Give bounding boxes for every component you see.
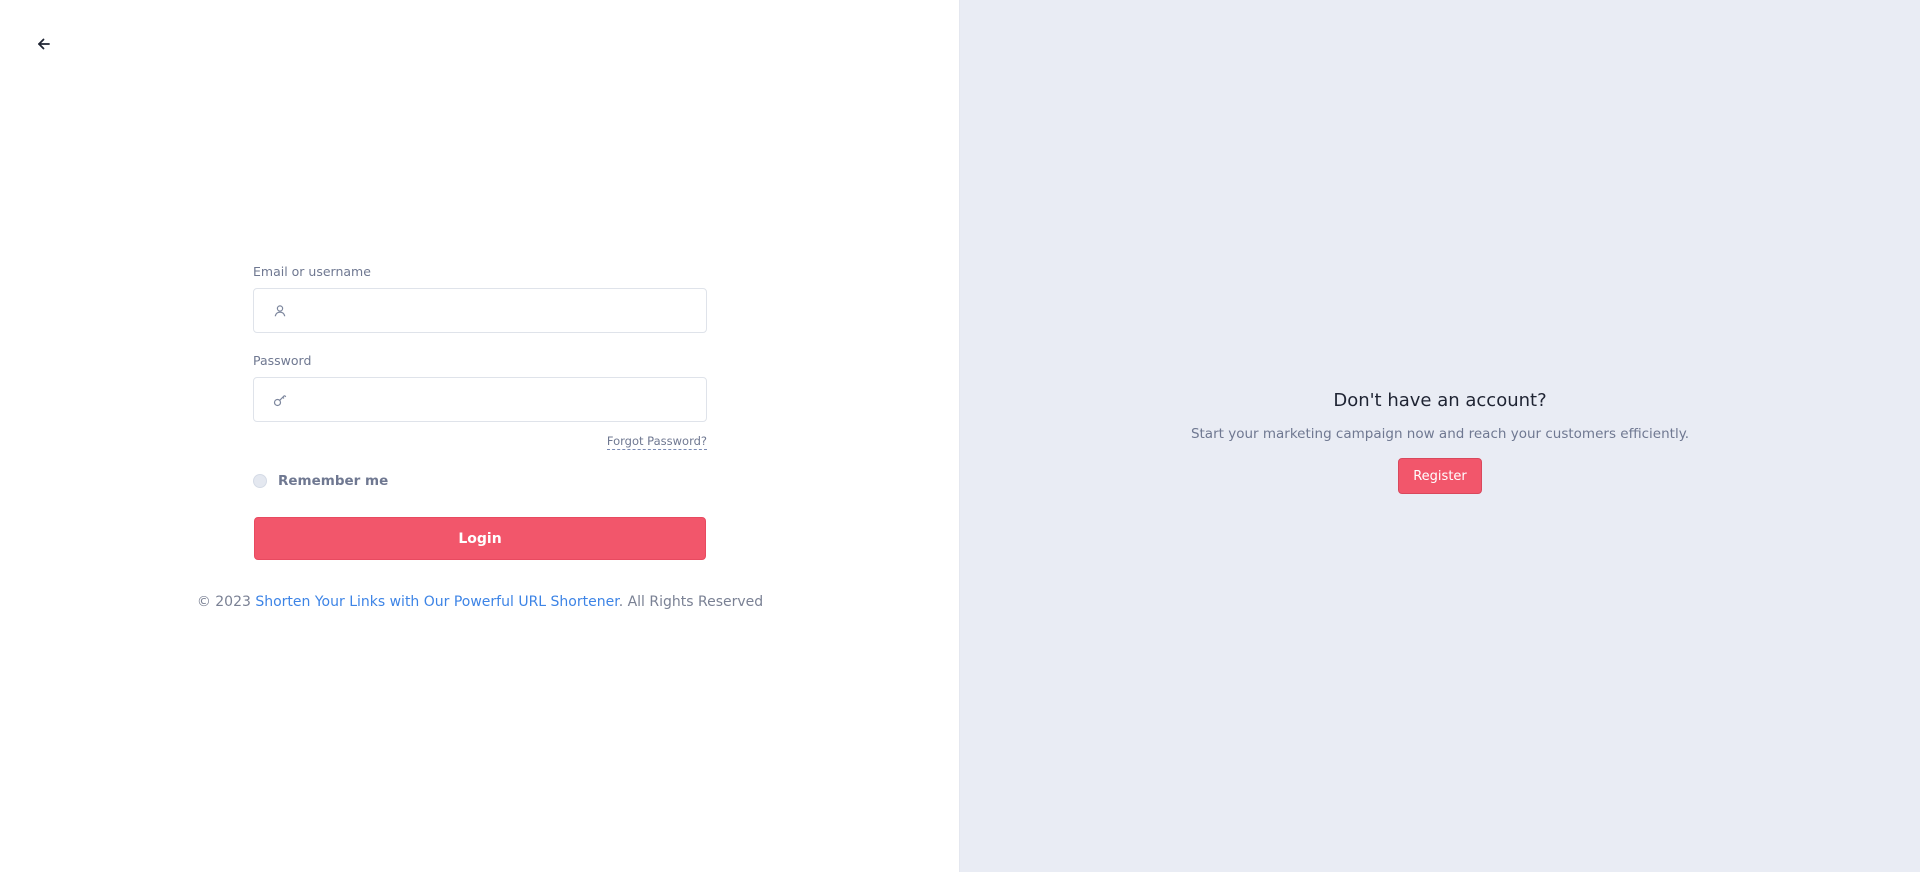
register-title: Don't have an account? bbox=[1333, 390, 1547, 411]
login-form: Email or username Password Forgot Passwo… bbox=[253, 264, 707, 560]
remember-me-row: Remember me bbox=[253, 471, 707, 491]
password-field-wrapper bbox=[253, 377, 707, 422]
site-link[interactable]: Shorten Your Links with Our Powerful URL… bbox=[255, 594, 618, 610]
register-cta: Don't have an account? Start your market… bbox=[960, 388, 1920, 494]
copyright-footer: © 2023 Shorten Your Links with Our Power… bbox=[0, 592, 960, 612]
register-subtitle: Start your marketing campaign now and re… bbox=[1190, 426, 1690, 442]
password-input[interactable] bbox=[298, 378, 696, 421]
register-button[interactable]: Register bbox=[1398, 458, 1482, 494]
email-input[interactable] bbox=[298, 289, 696, 332]
back-button[interactable] bbox=[34, 34, 54, 54]
email-label: Email or username bbox=[253, 264, 371, 279]
user-icon bbox=[272, 303, 288, 319]
login-page: Email or username Password Forgot Passwo… bbox=[0, 0, 1920, 872]
forgot-password-link[interactable]: Forgot Password? bbox=[606, 434, 707, 450]
login-button[interactable]: Login bbox=[254, 517, 706, 560]
password-label: Password bbox=[253, 353, 312, 368]
copyright-suffix: . All Rights Reserved bbox=[618, 594, 764, 610]
email-field-wrapper bbox=[253, 288, 707, 333]
forgot-password-row: Forgot Password? bbox=[253, 434, 707, 450]
copyright-prefix: © 2023 bbox=[196, 594, 256, 610]
key-icon bbox=[272, 392, 288, 408]
login-pane: Email or username Password Forgot Passwo… bbox=[0, 0, 960, 872]
remember-me-checkbox[interactable] bbox=[253, 474, 267, 488]
register-pane: Don't have an account? Start your market… bbox=[960, 0, 1920, 872]
remember-me-label[interactable]: Remember me bbox=[278, 473, 388, 489]
arrow-left-icon bbox=[38, 38, 50, 50]
